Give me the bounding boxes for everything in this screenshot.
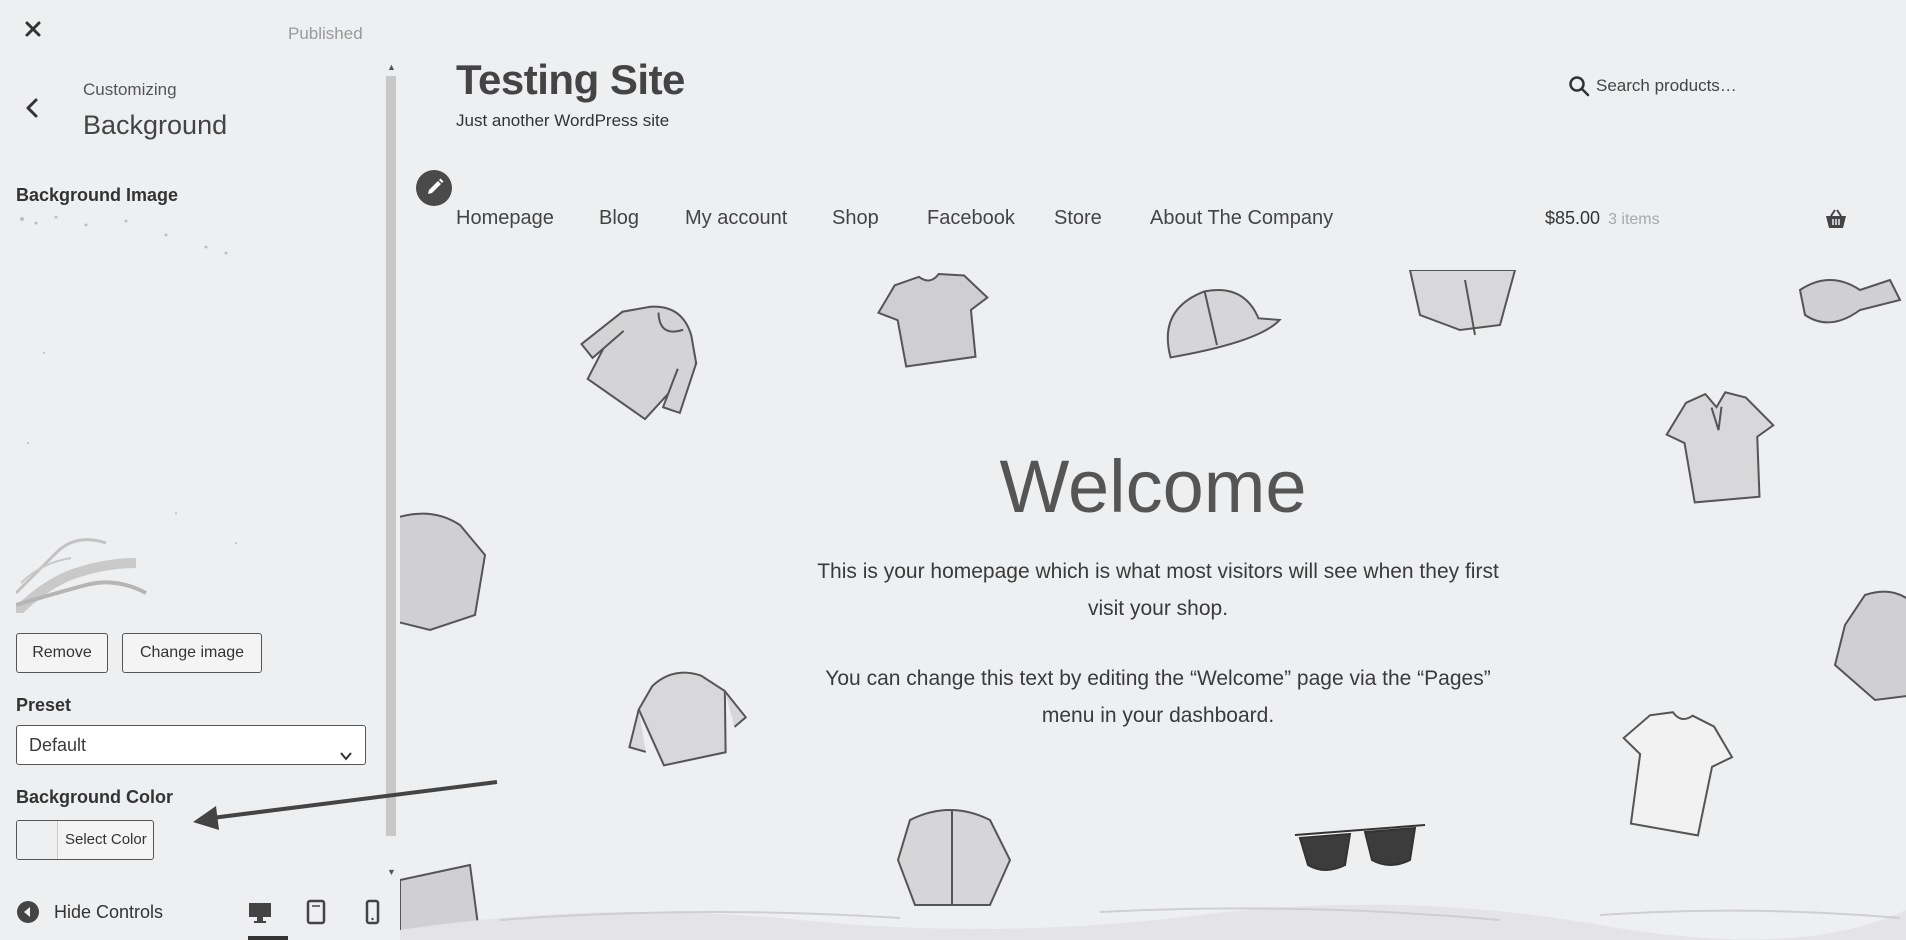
cap-illustration bbox=[1166, 289, 1282, 359]
tshirt-illustration-2 bbox=[1622, 711, 1734, 837]
search-icon bbox=[1569, 76, 1590, 97]
cart-item-count: 3 items bbox=[1608, 211, 1660, 228]
preset-select[interactable]: Default bbox=[16, 725, 366, 765]
tshirt-illustration bbox=[876, 273, 989, 368]
change-image-button[interactable]: Change image bbox=[122, 633, 262, 673]
background-image-thumbnail bbox=[12, 213, 280, 617]
customizer-footer: Hide Controls bbox=[0, 870, 385, 940]
background-color-label: Background Color bbox=[16, 787, 174, 807]
site-preview: Testing Site Just another WordPress site… bbox=[400, 0, 1906, 940]
jacket-illustration bbox=[1408, 270, 1517, 336]
pencil-icon[interactable] bbox=[416, 170, 452, 206]
site-title[interactable]: Testing Site bbox=[456, 56, 685, 104]
site-tagline: Just another WordPress site bbox=[456, 111, 670, 130]
hat-illustration bbox=[1798, 278, 1902, 324]
nav-item-store[interactable]: Store bbox=[1054, 207, 1102, 230]
preset-value: Default bbox=[29, 735, 87, 755]
close-icon[interactable] bbox=[20, 16, 46, 42]
hoodie-illustration bbox=[580, 305, 698, 421]
select-color-label: Select Color bbox=[65, 831, 147, 848]
nav-item-blog[interactable]: Blog bbox=[599, 207, 639, 230]
right-hoodie-illustration bbox=[1833, 590, 1906, 702]
scroll-up-arrow-icon[interactable]: ▲ bbox=[387, 62, 396, 72]
help-paragraph-line-2: menu in your dashboard. bbox=[1041, 704, 1275, 727]
active-device-indicator bbox=[248, 936, 288, 940]
sand-texture-illustration bbox=[400, 904, 1906, 940]
remove-image-button[interactable]: Remove bbox=[16, 633, 108, 673]
preset-label: Preset bbox=[16, 695, 72, 715]
sunglasses-illustration bbox=[1294, 824, 1426, 871]
desktop-icon[interactable] bbox=[246, 898, 274, 926]
mobile-icon[interactable] bbox=[358, 898, 385, 926]
nav-item-about[interactable]: About The Company bbox=[1150, 207, 1333, 230]
intro-paragraph-line-1: This is your homepage which is what most… bbox=[817, 560, 1499, 583]
chevron-down-icon bbox=[339, 738, 353, 761]
publish-status: Published bbox=[288, 24, 363, 43]
nav-item-homepage[interactable]: Homepage bbox=[456, 207, 554, 230]
cart-total: $85.00 bbox=[1545, 208, 1601, 228]
page-heading: Welcome bbox=[999, 445, 1307, 528]
hide-controls-label: Hide Controls bbox=[54, 902, 164, 922]
tablet-icon[interactable] bbox=[302, 898, 330, 926]
color-swatch bbox=[17, 821, 58, 859]
scroll-down-arrow-icon[interactable]: ▼ bbox=[387, 867, 396, 877]
scrollbar-thumb[interactable] bbox=[386, 76, 396, 836]
collapse-icon bbox=[16, 900, 40, 924]
intro-paragraph-line-2: visit your shop. bbox=[1087, 597, 1229, 620]
chevron-left-icon[interactable] bbox=[22, 96, 42, 120]
nav-item-my-account[interactable]: My account bbox=[685, 207, 787, 230]
search-input[interactable]: Search products… bbox=[1596, 76, 1737, 96]
nav-item-facebook[interactable]: Facebook bbox=[927, 207, 1015, 230]
nav-item-shop[interactable]: Shop bbox=[832, 207, 879, 230]
basket-icon[interactable] bbox=[1824, 207, 1848, 231]
hoodie-illustration-2 bbox=[628, 671, 748, 767]
help-paragraph-line-1: You can change this text by editing the … bbox=[825, 667, 1491, 690]
customizer-panel: Published Customizing Background Backgro… bbox=[0, 0, 385, 940]
panel-scrollbar[interactable]: ▲ ▼ bbox=[385, 62, 397, 877]
background-image-label: Background Image bbox=[16, 185, 179, 205]
cart-summary[interactable]: $85.00 3 items bbox=[1545, 208, 1660, 229]
breadcrumb: Customizing bbox=[83, 80, 177, 99]
customizer-controls: Published Customizing Background Backgro… bbox=[0, 0, 385, 870]
section-title: Background bbox=[83, 110, 228, 140]
select-color-button[interactable]: Select Color bbox=[16, 820, 154, 860]
